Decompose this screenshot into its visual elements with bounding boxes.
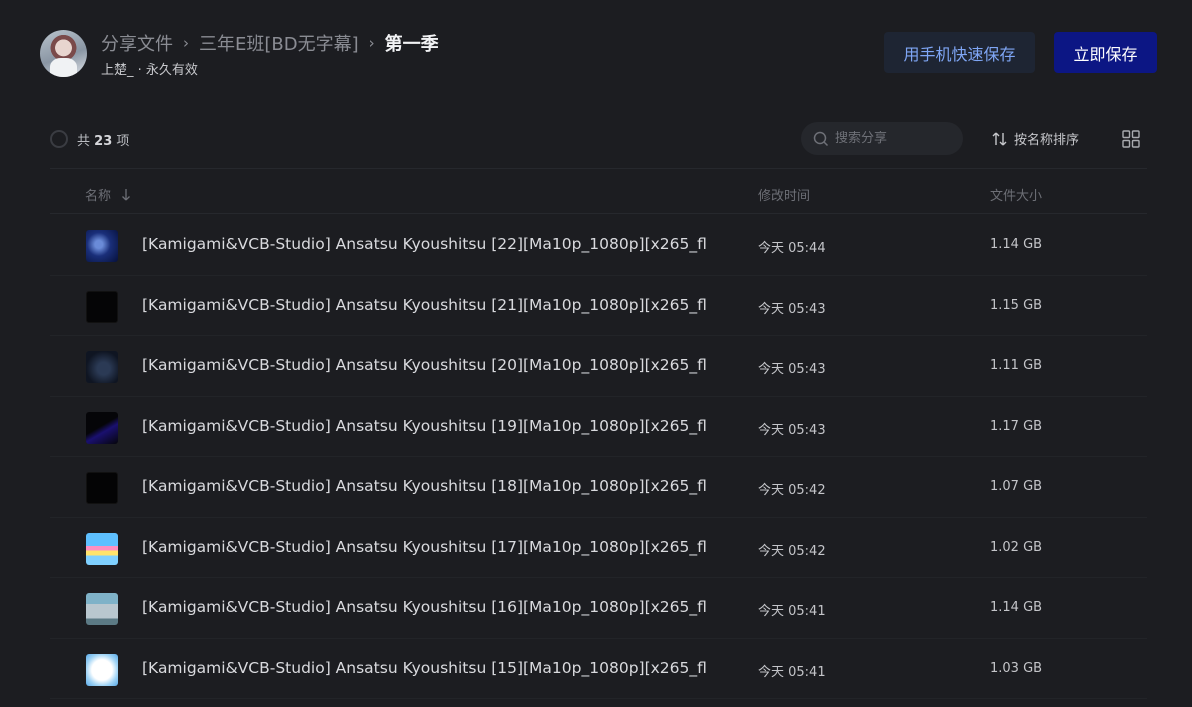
file-modified-time: 今天 05:42 xyxy=(758,483,826,498)
video-thumbnail xyxy=(86,532,118,565)
save-now-button[interactable]: 立即保存 xyxy=(1054,32,1157,73)
video-thumbnail xyxy=(86,653,118,686)
column-name-label: 名称 xyxy=(85,189,112,204)
arrow-down-icon xyxy=(122,188,130,200)
file-modified-time: 今天 05:43 xyxy=(758,301,826,317)
file-name[interactable]: [Kamigami&VCB-Studio] Ansatsu Kyoushitsu… xyxy=(142,296,707,314)
table-row[interactable]: [Kamigami&VCB-Studio] Ansatsu Kyoushitsu… xyxy=(50,639,1147,699)
file-toolbar: 共 23 项 按名称排序 xyxy=(50,122,1147,156)
table-header: 名称 修改时间 文件大小 xyxy=(50,168,1147,214)
sort-button[interactable]: 按名称排序 xyxy=(991,129,1079,148)
file-name[interactable]: [Kamigami&VCB-Studio] Ansatsu Kyoushitsu… xyxy=(142,659,707,677)
file-size: 1.03 GB xyxy=(990,660,1043,676)
item-count: 共 23 项 xyxy=(77,130,129,149)
file-name[interactable]: [Kamigami&VCB-Studio] Ansatsu Kyoushitsu… xyxy=(142,477,707,495)
column-size-header[interactable]: 文件大小 xyxy=(990,185,1042,204)
file-modified-time: 今天 05:42 xyxy=(758,543,826,559)
table-row[interactable]: [Kamigami&VCB-Studio] Ansatsu Kyoushitsu… xyxy=(50,215,1147,276)
column-name-header[interactable]: 名称 xyxy=(85,185,131,204)
avatar[interactable] xyxy=(40,30,87,77)
table-row[interactable]: [Kamigami&VCB-Studio] Ansatsu Kyoushitsu… xyxy=(50,276,1147,336)
count-prefix: 共 xyxy=(77,134,91,149)
file-modified-time: 今天 05:41 xyxy=(758,664,826,680)
search-input[interactable] xyxy=(835,131,945,146)
breadcrumb-separator: › xyxy=(368,34,375,52)
table-row[interactable]: [Kamigami&VCB-Studio] Ansatsu Kyoushitsu… xyxy=(50,457,1147,518)
sort-icon xyxy=(992,132,1007,145)
search-box[interactable] xyxy=(801,122,963,155)
file-size: 1.02 GB xyxy=(990,539,1043,555)
file-name[interactable]: [Kamigami&VCB-Studio] Ansatsu Kyoushitsu… xyxy=(142,356,707,374)
count-value: 23 xyxy=(94,134,113,149)
file-modified-time: 今天 05:41 xyxy=(758,604,826,619)
file-modified-time: 今天 05:44 xyxy=(758,241,826,256)
breadcrumb-shared-files[interactable]: 分享文件 xyxy=(101,30,173,56)
table-row[interactable]: [Kamigami&VCB-Studio] Ansatsu Kyoushitsu… xyxy=(50,397,1147,457)
video-thumbnail xyxy=(86,472,118,504)
file-size: 1.14 GB xyxy=(990,600,1043,615)
video-thumbnail xyxy=(86,230,118,262)
video-thumbnail xyxy=(86,290,118,323)
mobile-save-button[interactable]: 用手机快速保存 xyxy=(884,32,1035,73)
select-all-checkbox[interactable] xyxy=(50,130,68,148)
video-thumbnail xyxy=(86,411,118,444)
count-suffix: 项 xyxy=(116,134,130,149)
file-name[interactable]: [Kamigami&VCB-Studio] Ansatsu Kyoushitsu… xyxy=(142,598,707,616)
file-size: 1.14 GB xyxy=(990,237,1043,252)
file-name[interactable]: [Kamigami&VCB-Studio] Ansatsu Kyoushitsu… xyxy=(142,417,707,435)
breadcrumb: 分享文件 › 三年E班[BD无字幕] › 第一季 xyxy=(101,30,439,56)
share-owner-validity: 上楚_ · 永久有效 xyxy=(101,63,198,78)
table-row[interactable]: [Kamigami&VCB-Studio] Ansatsu Kyoushitsu… xyxy=(50,518,1147,578)
breadcrumb-folder[interactable]: 三年E班[BD无字幕] xyxy=(199,30,359,56)
table-row[interactable]: [Kamigami&VCB-Studio] Ansatsu Kyoushitsu… xyxy=(50,336,1147,397)
grid-view-icon[interactable] xyxy=(1122,130,1140,148)
table-row[interactable]: [Kamigami&VCB-Studio] Ansatsu Kyoushitsu… xyxy=(50,578,1147,639)
video-thumbnail xyxy=(86,593,118,625)
file-modified-time: 今天 05:43 xyxy=(758,362,826,377)
breadcrumb-current: 第一季 xyxy=(384,34,439,55)
file-modified-time: 今天 05:43 xyxy=(758,422,826,438)
file-name[interactable]: [Kamigami&VCB-Studio] Ansatsu Kyoushitsu… xyxy=(142,538,707,556)
file-size: 1.07 GB xyxy=(990,479,1043,494)
search-icon xyxy=(813,131,829,146)
video-thumbnail xyxy=(86,351,118,383)
file-size: 1.15 GB xyxy=(990,297,1043,313)
sort-label: 按名称排序 xyxy=(1014,133,1080,148)
file-name[interactable]: [Kamigami&VCB-Studio] Ansatsu Kyoushitsu… xyxy=(142,235,707,253)
share-header: 分享文件 › 三年E班[BD无字幕] › 第一季 上楚_ · 永久有效 用手机快… xyxy=(40,28,1157,78)
file-size: 1.11 GB xyxy=(990,358,1043,373)
file-list: [Kamigami&VCB-Studio] Ansatsu Kyoushitsu… xyxy=(50,215,1147,699)
column-time-header[interactable]: 修改时间 xyxy=(758,185,810,204)
file-size: 1.17 GB xyxy=(990,418,1043,434)
breadcrumb-separator: › xyxy=(183,34,189,52)
